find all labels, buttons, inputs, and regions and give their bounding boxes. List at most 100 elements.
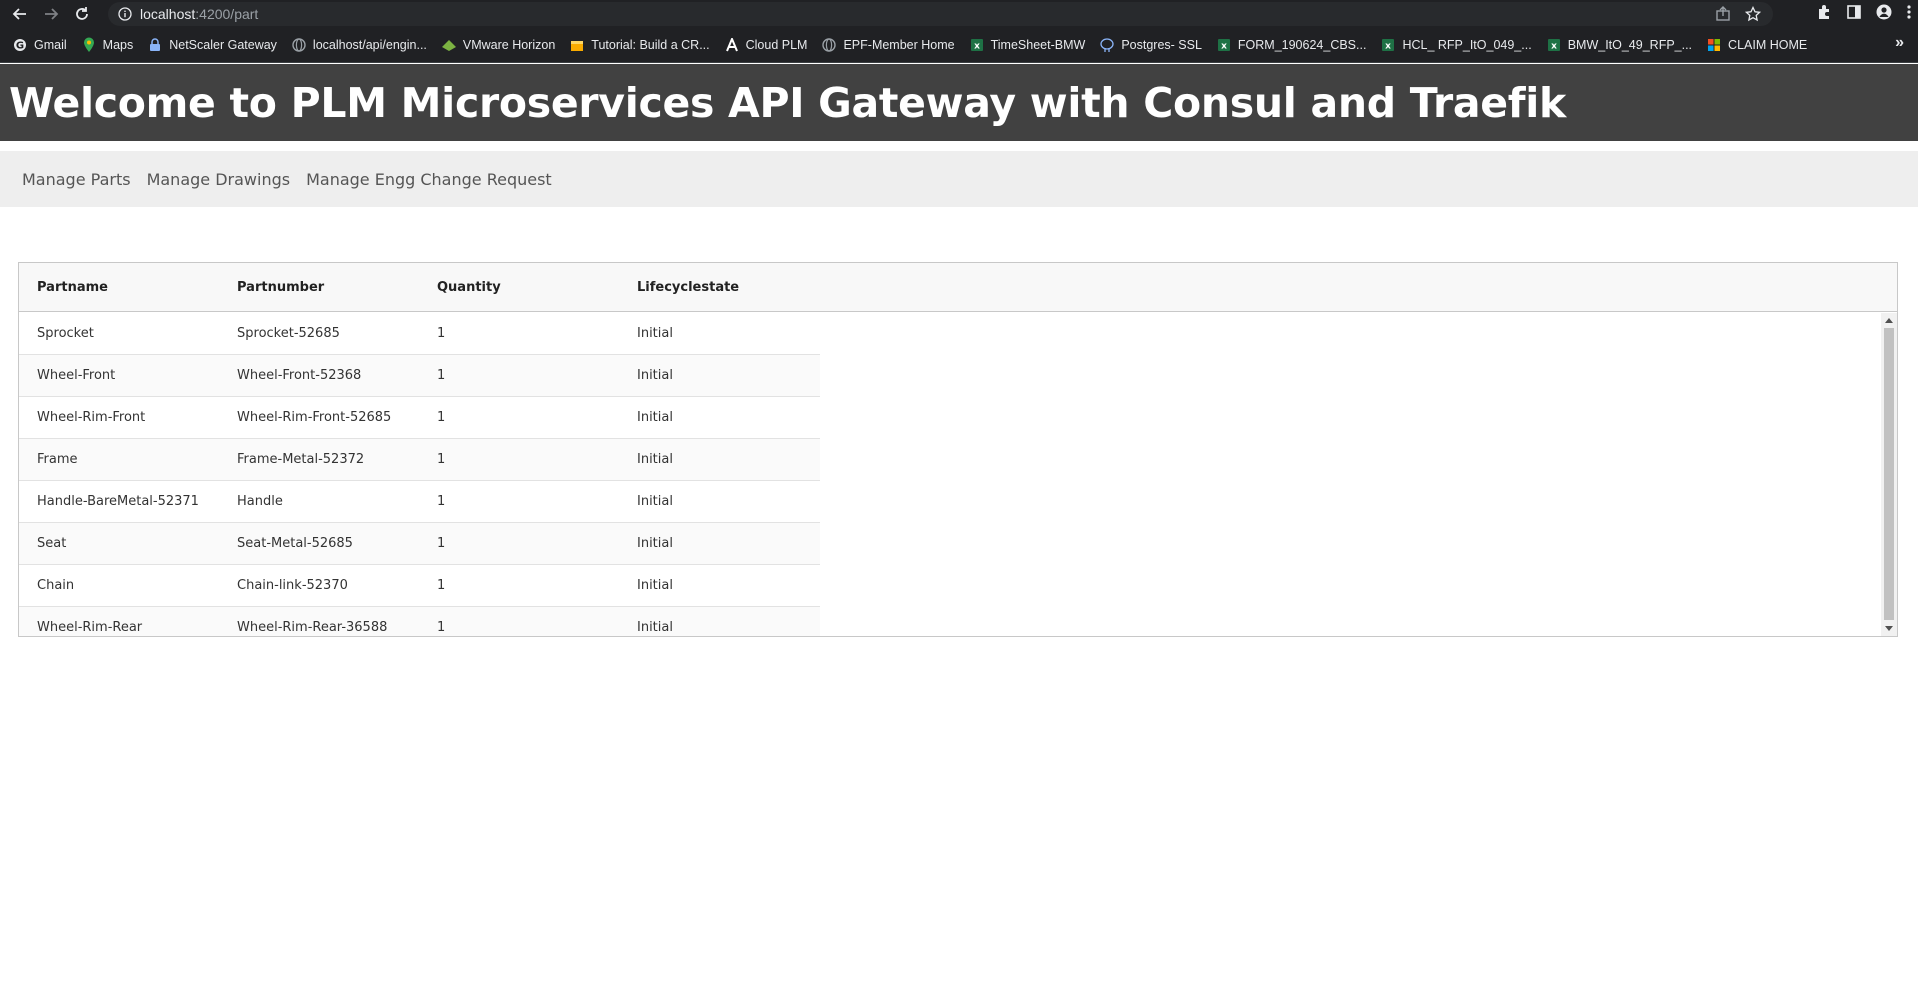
cell-lifecyclestate: Initial [637,452,673,467]
cell-partname: Seat [37,536,67,551]
bookmark-label: Maps [102,38,134,52]
column-header-lifecyclestate[interactable]: Lifecyclestate [619,280,819,295]
cell-partname: Frame [37,452,78,467]
bookmark-postgres[interactable]: Postgres- SSL [1097,33,1210,57]
table-row[interactable]: Chain Chain-link-52370 1 Initial [19,565,820,607]
bookmark-bmw-rfp[interactable]: x BMW_ItO_49_RFP_... [1544,33,1700,57]
bookmark-hcl-rfp[interactable]: x HCL_ RFP_ItO_049_... [1378,33,1539,57]
info-icon[interactable] [118,7,132,21]
cell-quantity: 1 [437,494,446,509]
letter-a-icon [724,37,740,53]
cell-lifecyclestate: Initial [637,578,673,593]
bookmark-gmail[interactable]: G Gmail [10,33,75,57]
cell-partnumber: Handle [237,494,283,509]
cell-quantity: 1 [437,536,446,551]
cell-partname: Chain [37,578,75,593]
globe-icon [821,37,837,53]
cell-partnumber: Chain-link-52370 [237,578,348,593]
table-row[interactable]: Seat Seat-Metal-52685 1 Initial [19,523,820,565]
nav-manage-parts[interactable]: Manage Parts [22,170,131,189]
cell-partnumber: Wheel-Rim-Rear-36588 [237,620,388,635]
cell-lifecyclestate: Initial [637,494,673,509]
google-icon: G [12,37,28,53]
cell-quantity: 1 [437,410,446,425]
app-header: Welcome to PLM Microservices API Gateway… [0,64,1918,141]
lock-icon [147,37,163,53]
table-scrollbar[interactable] [1881,313,1897,636]
parts-table: Partname Partnumber Quantity Lifecyclest… [18,262,1898,637]
bookmark-maps[interactable]: Maps [79,33,142,57]
vmware-icon [441,37,457,53]
column-header-partname[interactable]: Partname [19,280,219,295]
profile-icon[interactable] [1876,4,1892,25]
cell-quantity: 1 [437,326,446,341]
bookmarks-bar: G Gmail Maps NetScaler Gateway localhost… [0,28,1918,63]
cell-lifecyclestate: Initial [637,368,673,383]
bookmark-cloud-plm[interactable]: Cloud PLM [722,33,816,57]
bookmark-timesheet[interactable]: x TimeSheet-BMW [967,33,1094,57]
bookmark-label: EPF-Member Home [843,38,955,52]
url-path: :4200/part [195,6,259,22]
bookmark-localhost-api[interactable]: localhost/api/engin... [289,33,435,57]
table-row[interactable]: Handle-BareMetal-52371 Handle 1 Initial [19,481,820,523]
table-header: Partname Partnumber Quantity Lifecyclest… [19,263,1897,312]
svg-text:x: x [1551,42,1557,52]
cell-partname: Wheel-Rim-Rear [37,620,143,635]
share-icon[interactable] [1715,6,1731,25]
table-row[interactable]: Wheel-Rim-Rear Wheel-Rim-Rear-36588 1 In… [19,607,820,636]
side-panel-icon[interactable] [1846,4,1862,25]
scroll-down-arrow-icon[interactable] [1881,622,1897,636]
bookmark-label: HCL_ RFP_ItO_049_... [1402,38,1532,52]
globe-icon [291,37,307,53]
excel-icon: x [1380,37,1396,53]
scroll-up-arrow-icon[interactable] [1881,313,1897,327]
reload-icon[interactable] [66,0,97,28]
cell-quantity: 1 [437,620,446,635]
bookmark-netscaler[interactable]: NetScaler Gateway [145,33,285,57]
excel-icon: x [1216,37,1232,53]
bookmark-epf-member[interactable]: EPF-Member Home [819,33,962,57]
table-row[interactable]: Frame Frame-Metal-52372 1 Initial [19,439,820,481]
bookmark-vmware-horizon[interactable]: VMware Horizon [439,33,563,57]
forward-icon[interactable] [35,0,66,28]
table-row[interactable]: Wheel-Front Wheel-Front-52368 1 Initial [19,355,820,397]
bookmark-label: CLAIM HOME [1728,38,1808,52]
column-header-quantity[interactable]: Quantity [419,280,619,295]
microsoft-icon [1706,37,1722,53]
bookmark-label: Gmail [34,38,67,52]
star-icon[interactable] [1744,5,1762,25]
address-bar[interactable]: localhost:4200/part [108,2,1773,26]
cell-quantity: 1 [437,452,446,467]
table-row[interactable]: Sprocket Sprocket-52685 1 Initial [19,313,820,355]
table-body[interactable]: Sprocket Sprocket-52685 1 Initial Wheel-… [19,313,1879,636]
table-row[interactable]: Wheel-Rim-Front Wheel-Rim-Front-52685 1 … [19,397,820,439]
column-header-partnumber[interactable]: Partnumber [219,280,419,295]
back-icon[interactable] [4,0,35,28]
bookmark-form[interactable]: x FORM_190624_CBS... [1214,33,1375,57]
nav-manage-ecr[interactable]: Manage Engg Change Request [306,170,552,189]
bookmark-claim-home[interactable]: CLAIM HOME [1704,33,1815,57]
nav-manage-drawings[interactable]: Manage Drawings [147,170,291,189]
url-host: localhost [140,6,196,22]
svg-text:x: x [1221,42,1227,52]
cell-quantity: 1 [437,578,446,593]
menu-kebab-icon[interactable] [1906,4,1912,25]
extensions-icon[interactable] [1816,4,1832,25]
bookmark-label: FORM_190624_CBS... [1237,38,1367,52]
excel-icon: x [1546,37,1562,53]
bookmark-tutorial[interactable]: Tutorial: Build a CR... [567,33,717,57]
elephant-icon [1099,37,1115,53]
cell-quantity: 1 [437,368,446,383]
scrollbar-thumb[interactable] [1884,328,1894,620]
cell-partnumber: Frame-Metal-52372 [237,452,365,467]
app-nav: Manage Parts Manage Drawings Manage Engg… [0,151,1918,207]
svg-text:G: G [16,41,24,52]
box-icon [569,37,585,53]
cell-partnumber: Sprocket-52685 [237,326,340,341]
svg-text:x: x [974,42,980,52]
cell-partnumber: Wheel-Rim-Front-52685 [237,410,392,425]
cell-lifecyclestate: Initial [637,536,673,551]
bookmarks-overflow-button[interactable]: » [1895,34,1904,52]
cell-partname: Wheel-Rim-Front [37,410,146,425]
cell-partname: Wheel-Front [37,368,116,383]
